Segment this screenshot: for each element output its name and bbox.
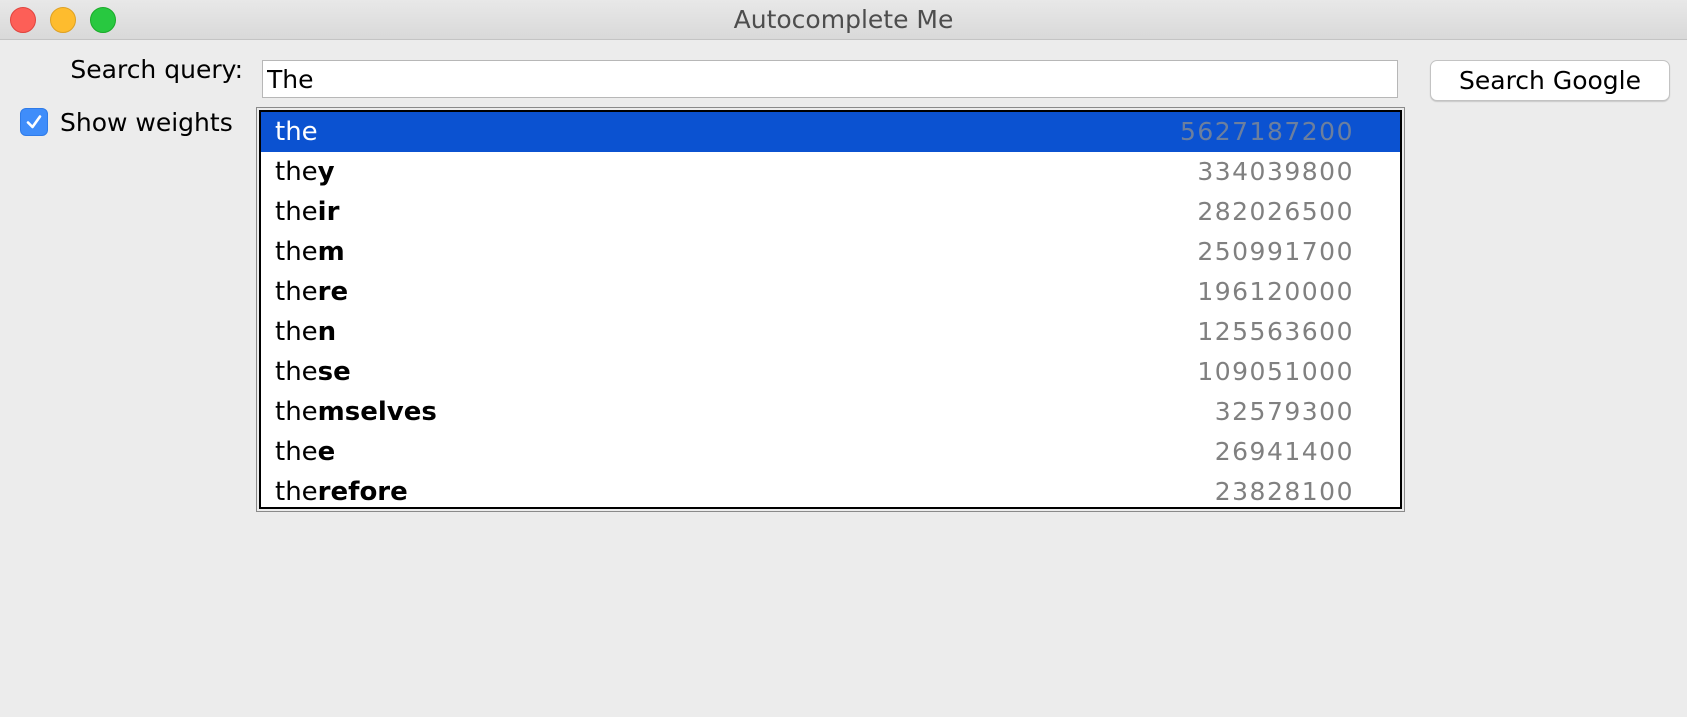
suggestion-completion: n [317, 317, 337, 347]
suggestion-weight: 196120000 [1197, 277, 1354, 306]
search-query-label: Search query: [70, 55, 243, 84]
suggestion-word: then [275, 317, 336, 347]
suggestion-prefix: the [275, 277, 318, 307]
suggestion-prefix: the [275, 237, 318, 267]
suggestion-completion: e [317, 437, 336, 467]
suggestion-prefix: the [275, 477, 318, 507]
suggestion-row[interactable]: there 196120000 [261, 272, 1400, 312]
suggestion-word: themselves [275, 397, 437, 427]
suggestion-word: there [275, 277, 348, 307]
suggestion-weight: 334039800 [1197, 157, 1354, 186]
suggestion-row[interactable]: themselves 32579300 [261, 392, 1400, 432]
suggestion-weight: 109051000 [1197, 357, 1354, 386]
window-title: Autocomplete Me [733, 5, 954, 34]
suggestion-row[interactable]: these 109051000 [261, 352, 1400, 392]
suggestion-word: they [275, 157, 335, 187]
suggestion-completion: mselves [317, 397, 437, 427]
app-window: Autocomplete Me Search query: Show weigh… [0, 0, 1687, 717]
suggestion-completion: se [317, 357, 351, 387]
suggestion-weight: 26941400 [1214, 437, 1354, 466]
suggestion-row[interactable]: then 125563600 [261, 312, 1400, 352]
suggestion-weight: 32579300 [1214, 397, 1354, 426]
suggestion-word: therefore [275, 477, 408, 507]
suggestion-prefix: the [275, 357, 318, 387]
suggestion-word: these [275, 357, 351, 387]
suggestion-prefix: the [275, 157, 318, 187]
suggestion-word: them [275, 237, 345, 267]
suggestion-prefix: the [275, 197, 318, 227]
search-google-button[interactable]: Search Google [1430, 60, 1670, 101]
suggestion-prefix: the [275, 317, 318, 347]
suggestion-word: thee [275, 437, 335, 467]
suggestion-row[interactable]: them 250991700 [261, 232, 1400, 272]
suggestion-completion: y [317, 157, 335, 187]
suggestion-prefix: the [275, 117, 318, 147]
suggestion-word: the [275, 117, 318, 147]
suggestion-prefix: the [275, 437, 318, 467]
suggestion-weight: 250991700 [1197, 237, 1354, 266]
suggestion-weight: 125563600 [1197, 317, 1354, 346]
suggestion-row[interactable]: their 282026500 [261, 192, 1400, 232]
suggestion-completion: re [317, 277, 349, 307]
search-input[interactable] [262, 60, 1398, 98]
suggestion-completion: refore [317, 477, 408, 507]
suggestion-completion: m [317, 237, 345, 267]
suggestion-row[interactable]: they 334039800 [261, 152, 1400, 192]
suggestion-row[interactable]: the 5627187200 [261, 112, 1400, 152]
suggestion-word: their [275, 197, 339, 227]
checkmark-icon [26, 115, 42, 129]
show-weights-toggle[interactable]: Show weights [20, 104, 233, 140]
show-weights-label: Show weights [60, 107, 233, 137]
suggestion-row[interactable]: thee 26941400 [261, 432, 1400, 472]
show-weights-checkbox[interactable] [20, 108, 48, 136]
suggestion-prefix: the [275, 397, 318, 427]
suggestions-panel: the 5627187200 they 334039800 their 282026500… [256, 107, 1405, 512]
suggestion-weight: 282026500 [1197, 197, 1354, 226]
suggestion-weight: 23828100 [1214, 477, 1354, 506]
suggestion-completion: ir [317, 197, 340, 227]
suggestion-row[interactable]: therefore 23828100 [261, 472, 1400, 507]
title-bar: Autocomplete Me [0, 0, 1687, 40]
suggestion-weight: 5627187200 [1179, 117, 1354, 146]
suggestions-list[interactable]: the 5627187200 they 334039800 their 282026500… [259, 110, 1402, 509]
